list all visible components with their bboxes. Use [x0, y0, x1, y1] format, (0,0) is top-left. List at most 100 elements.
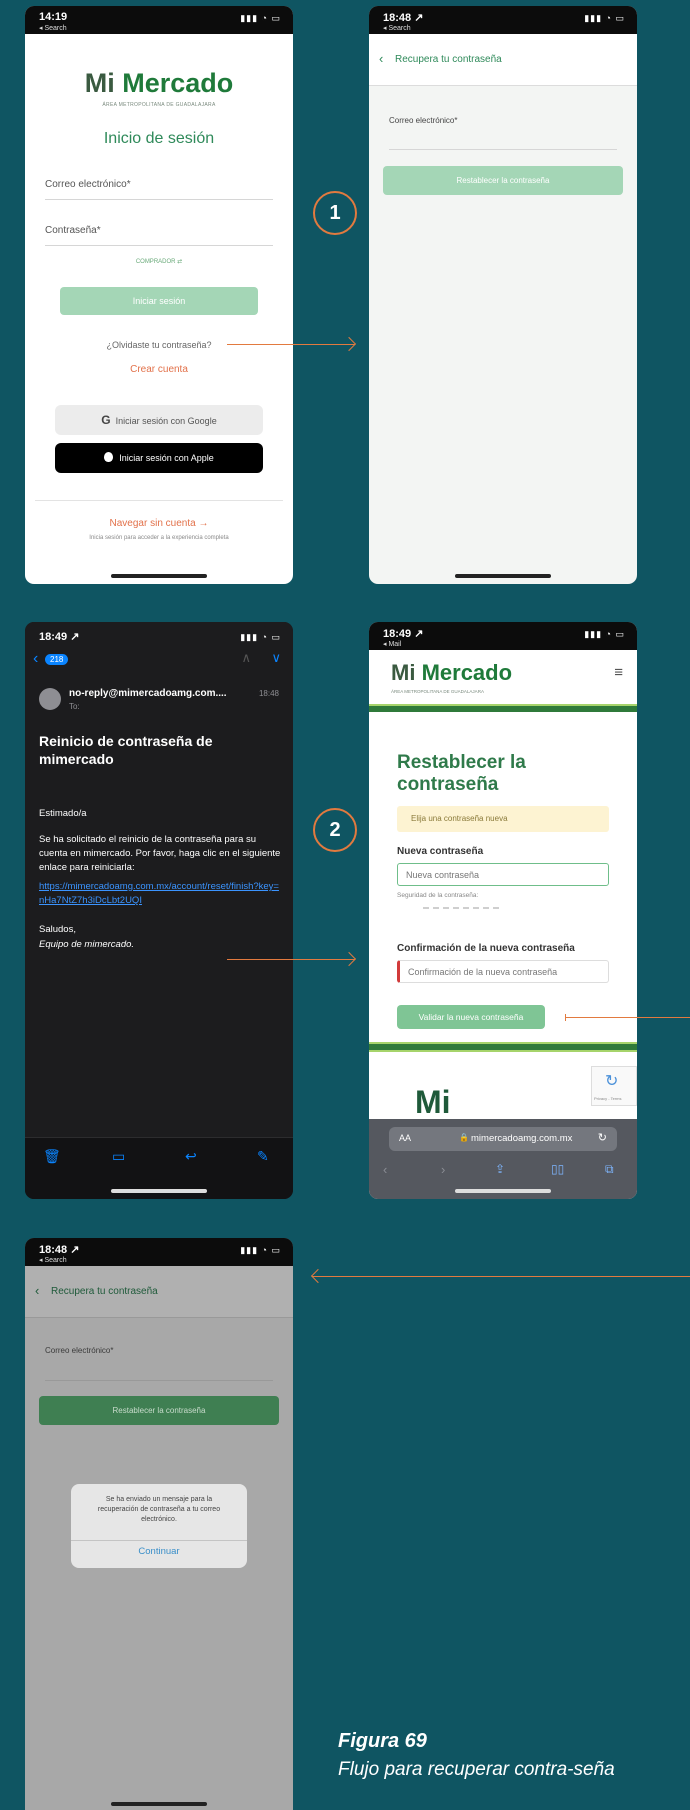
back-to-app-link[interactable]: ◂ Search [39, 24, 67, 32]
screen-reset-form: 18:49 ↗ ◂ Mail ▮▮▮ ◔ ▭ Mi Mercado ÁREA M… [369, 622, 637, 1199]
password-strength-meter [423, 907, 499, 909]
reset-password-button[interactable]: Restablecer la contraseña [39, 1396, 279, 1425]
header-title: Recupera tu contraseña [395, 54, 502, 65]
share-icon[interactable]: ⇪ [495, 1162, 505, 1176]
page-title: Inicio de sesión [103, 130, 215, 147]
forgot-password-link[interactable]: ¿Olvidaste tu contraseña? [25, 340, 293, 350]
step-1-badge: 1 [313, 191, 357, 235]
compose-icon[interactable]: ✎ [257, 1148, 269, 1165]
reload-icon[interactable]: ↻ [598, 1131, 607, 1144]
mail-toolbar: ‹ 218 ∧ ∨ [25, 650, 293, 672]
confirm-password-input[interactable]: Confirmación de la nueva contraseña [397, 960, 609, 983]
footer-logo: Mi [415, 1084, 451, 1120]
tabs-icon[interactable]: ⧉ [605, 1162, 614, 1177]
home-indicator [111, 1802, 207, 1806]
reader-aa-button[interactable]: AA [399, 1133, 411, 1143]
logo-mi: Mi [391, 660, 416, 685]
footer-stripe [369, 1042, 637, 1052]
logo-subtitle: ÁREA METROPOLITANA DE GUADALAJARA [102, 102, 216, 108]
screen-recover-password: 18:48 ↗ ◂ Search ▮▮▮ ◔ ▭ ‹ Recupera tu c… [369, 6, 637, 584]
new-password-label: Nueva contraseña [397, 846, 484, 857]
login-button[interactable]: Iniciar sesión [60, 287, 258, 315]
browser-forward-icon[interactable]: › [441, 1162, 445, 1177]
unread-badge: 218 [45, 654, 69, 665]
status-icons: ▮▮▮ ◔ ▭ [240, 1245, 281, 1255]
email-underline [389, 149, 617, 150]
lock-icon: 🔒 [459, 1133, 469, 1142]
bookmarks-icon[interactable]: ▯▯ [551, 1162, 564, 1176]
recaptcha-icon: ↻ [605, 1073, 619, 1090]
logo-mi: Mi [84, 68, 115, 98]
new-password-input[interactable]: Nueva contraseña [397, 863, 609, 886]
reset-password-button[interactable]: Restablecer la contraseña [383, 166, 623, 195]
google-icon: G [101, 413, 111, 427]
flow-arrow-4 [312, 1276, 690, 1277]
email-greeting: Estimado/a [39, 808, 87, 819]
validate-password-button[interactable]: Validar la nueva contraseña [397, 1005, 545, 1029]
email-closing: Saludos, [39, 924, 76, 935]
chevron-down-icon[interactable]: ∨ [271, 650, 281, 666]
recaptcha-badge[interactable]: ↻ Privacy - Terms [591, 1066, 637, 1106]
validate-button-label: Validar la nueva contraseña [418, 1012, 524, 1022]
status-time: 18:48 ↗ [383, 12, 424, 24]
comprador-toggle[interactable]: COMPRADOR ⇄ [25, 258, 293, 265]
email-signature: Equipo de mimercado. [39, 939, 135, 950]
browser-back-icon[interactable]: ‹ [383, 1162, 387, 1177]
reset-link[interactable]: https://mimercadoamg.com.mx/account/rese… [39, 880, 279, 908]
recaptcha-links: Privacy - Terms [594, 1096, 622, 1101]
screen-email: 18:49 ↗ ▮▮▮ ◔ ▭ ‹ 218 ∧ ∨ no-reply@mimer… [25, 622, 293, 1199]
app-logo: Mi Mercado [25, 68, 293, 99]
home-indicator [111, 1189, 207, 1193]
create-account-link[interactable]: Crear cuenta [25, 364, 293, 375]
hamburger-menu-icon[interactable]: ≡ [614, 664, 623, 681]
trash-icon[interactable]: 🗑 [43, 1148, 61, 1165]
header-stripe [369, 704, 637, 712]
page-title: Restablecer la contraseña [397, 752, 526, 795]
email-field[interactable]: Correo electrónico* [45, 1346, 113, 1355]
password-field[interactable]: Contraseña* [45, 225, 101, 236]
safari-url-bar[interactable]: AA 🔒 mimercadoamg.com.mx ↻ [389, 1127, 617, 1151]
screen-confirmation: 18:48 ↗ ◂ Search ▮▮▮ ◔ ▭ ‹ Recupera tu c… [25, 1238, 293, 1810]
safari-bottom-bar: AA 🔒 mimercadoamg.com.mx ↻ ‹ › ⇪ ▯▯ ⧉ [369, 1119, 637, 1199]
flow-arrow-3 [565, 1017, 690, 1018]
screen-login: 14:19 ◂ Search ▮▮▮ ◔ ▭ Mi Mercado ÁREA M… [25, 6, 293, 584]
guest-subtitle: Inicia sesión para acceder a la experien… [89, 535, 229, 541]
alert-dialog: Se ha enviado un mensaje para la recuper… [71, 1484, 247, 1568]
sender-address: no-reply@mimercadoamg.com.... [69, 688, 227, 699]
email-subject: Reinicio de contraseña de mimercado [39, 733, 213, 767]
back-to-app-link[interactable]: ◂ Search [39, 1256, 67, 1264]
recipient-label: To: [69, 702, 80, 711]
status-bar: 18:49 ↗ ◂ Mail ▮▮▮ ◔ ▭ [369, 622, 637, 650]
back-to-app-link[interactable]: ◂ Search [383, 24, 411, 32]
back-to-app-link[interactable]: ◂ Mail [383, 640, 401, 648]
figure-caption-text: Flujo para recuperar contra-seña [338, 1759, 615, 1780]
email-underline [45, 199, 273, 200]
site-header: Mi Mercado ÁREA METROPOLITANA DE GUADALA… [369, 650, 637, 702]
step-2-badge: 2 [313, 808, 357, 852]
nav-header: ‹ Recupera tu contraseña [25, 1266, 293, 1318]
folder-icon[interactable]: ▭ [112, 1148, 125, 1165]
guest-navigation-link[interactable]: Navegar sin cuenta → [25, 518, 293, 529]
email-field[interactable]: Correo electrónico* [389, 116, 457, 125]
flow-arrow-2 [227, 959, 355, 960]
status-time: 18:49 ↗ [39, 631, 80, 643]
reset-button-label: Restablecer la contraseña [456, 176, 550, 185]
back-chevron-icon[interactable]: ‹ [33, 650, 38, 668]
reply-icon[interactable]: ↩ [185, 1148, 197, 1165]
home-indicator [111, 574, 207, 578]
back-chevron-icon[interactable]: ‹ [379, 51, 383, 66]
sender-avatar [39, 688, 61, 710]
email-underline [45, 1380, 273, 1381]
sent-time: 18:48 [258, 689, 279, 698]
password-strength-label: Seguridad de la contraseña: [397, 892, 479, 899]
apple-signin-button[interactable]: Iniciar sesión con Apple [55, 443, 263, 473]
chevron-up-icon[interactable]: ∧ [241, 650, 251, 666]
status-bar: 18:48 ↗ ◂ Search ▮▮▮ ◔ ▭ [25, 1238, 293, 1266]
status-time: 14:19 [39, 11, 68, 23]
continue-button[interactable]: Continuar [71, 1546, 247, 1557]
email-field[interactable]: Correo electrónico* [45, 179, 131, 190]
notice-text: Elija una contraseña nueva [411, 814, 508, 823]
back-chevron-icon[interactable]: ‹ [35, 1283, 39, 1298]
google-signin-button[interactable]: G Iniciar sesión con Google [55, 405, 263, 435]
status-icons: ▮▮▮ ◔ ▭ [240, 632, 281, 642]
